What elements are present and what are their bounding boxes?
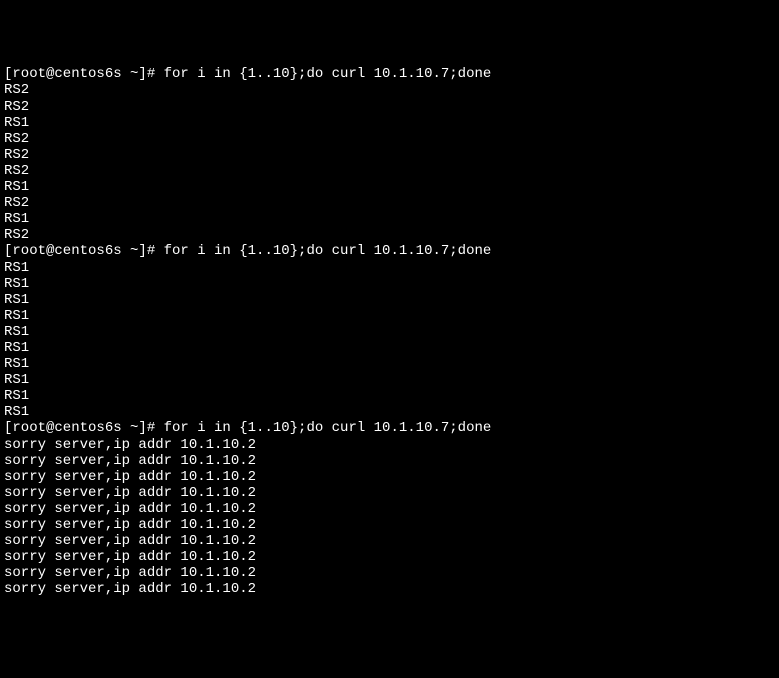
terminal-line: RS1 — [4, 308, 775, 324]
terminal-line: RS1 — [4, 211, 775, 227]
terminal-line: RS1 — [4, 340, 775, 356]
terminal-line: sorry server,ip addr 10.1.10.2 — [4, 533, 775, 549]
terminal-line: RS2 — [4, 195, 775, 211]
terminal-line: sorry server,ip addr 10.1.10.2 — [4, 565, 775, 581]
terminal-line: RS1 — [4, 356, 775, 372]
terminal-line: RS1 — [4, 372, 775, 388]
terminal-output[interactable]: [root@centos6s ~]# for i in {1..10};do c… — [4, 66, 775, 597]
terminal-line: RS1 — [4, 179, 775, 195]
terminal-line: RS1 — [4, 404, 775, 420]
terminal-line: RS2 — [4, 147, 775, 163]
terminal-line: [root@centos6s ~]# for i in {1..10};do c… — [4, 243, 775, 259]
terminal-line: RS2 — [4, 163, 775, 179]
terminal-line: RS1 — [4, 388, 775, 404]
terminal-line: RS1 — [4, 115, 775, 131]
terminal-line: sorry server,ip addr 10.1.10.2 — [4, 581, 775, 597]
terminal-line: RS1 — [4, 260, 775, 276]
terminal-line: [root@centos6s ~]# for i in {1..10};do c… — [4, 420, 775, 436]
terminal-line: sorry server,ip addr 10.1.10.2 — [4, 453, 775, 469]
terminal-line: sorry server,ip addr 10.1.10.2 — [4, 501, 775, 517]
terminal-line: RS2 — [4, 99, 775, 115]
terminal-line: RS1 — [4, 292, 775, 308]
terminal-line: RS2 — [4, 82, 775, 98]
terminal-line: [root@centos6s ~]# for i in {1..10};do c… — [4, 66, 775, 82]
terminal-line: sorry server,ip addr 10.1.10.2 — [4, 517, 775, 533]
terminal-line: sorry server,ip addr 10.1.10.2 — [4, 485, 775, 501]
terminal-line: RS1 — [4, 276, 775, 292]
terminal-line: sorry server,ip addr 10.1.10.2 — [4, 549, 775, 565]
terminal-line: RS2 — [4, 131, 775, 147]
terminal-line: RS1 — [4, 324, 775, 340]
terminal-line: RS2 — [4, 227, 775, 243]
terminal-line: sorry server,ip addr 10.1.10.2 — [4, 469, 775, 485]
terminal-line: sorry server,ip addr 10.1.10.2 — [4, 437, 775, 453]
